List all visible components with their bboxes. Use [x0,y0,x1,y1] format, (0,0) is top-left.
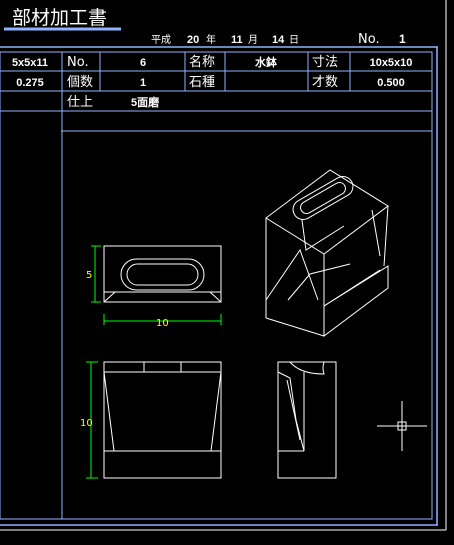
name-value: 水鉢 [255,55,277,69]
date-month-unit: 月 [248,34,258,46]
no-label: No. [67,55,89,70]
volume-value: 0.500 [377,77,405,89]
size-label: 寸法 [312,55,338,70]
size-value: 10x5x10 [370,57,413,69]
date-day: 14 [272,34,285,46]
date-era: 平成 [151,34,171,46]
name-label: 名称 [189,54,215,70]
left-volume-value: 0.275 [16,77,44,89]
document-title: 部材加工書 [12,7,107,29]
sheet-no-label: No. [358,32,380,47]
no-value: 6 [140,57,146,69]
date-day-unit: 日 [289,35,299,46]
front-height-dim: 10 [80,418,93,429]
finish-label: 仕上 [67,95,93,110]
sheet-no-value: 1 [399,32,406,46]
qty-label: 個数 [67,75,93,90]
qty-value: 1 [140,77,146,89]
left-size-value: 5x5x11 [12,57,48,69]
cad-drawing-canvas[interactable]: 部材加工書 平成 20 年 11 月 14 日 No. 1 5x5x11 0.2… [0,0,454,545]
date-year-unit: 年 [206,33,216,46]
date-year: 20 [187,34,199,46]
top-width-dim: 10 [156,318,169,329]
top-height-dim: 5 [86,270,92,281]
stone-label: 石種 [189,74,215,90]
date-month: 11 [231,34,243,46]
volume-label: 才数 [312,75,338,90]
finish-value: 5面磨 [131,95,160,109]
